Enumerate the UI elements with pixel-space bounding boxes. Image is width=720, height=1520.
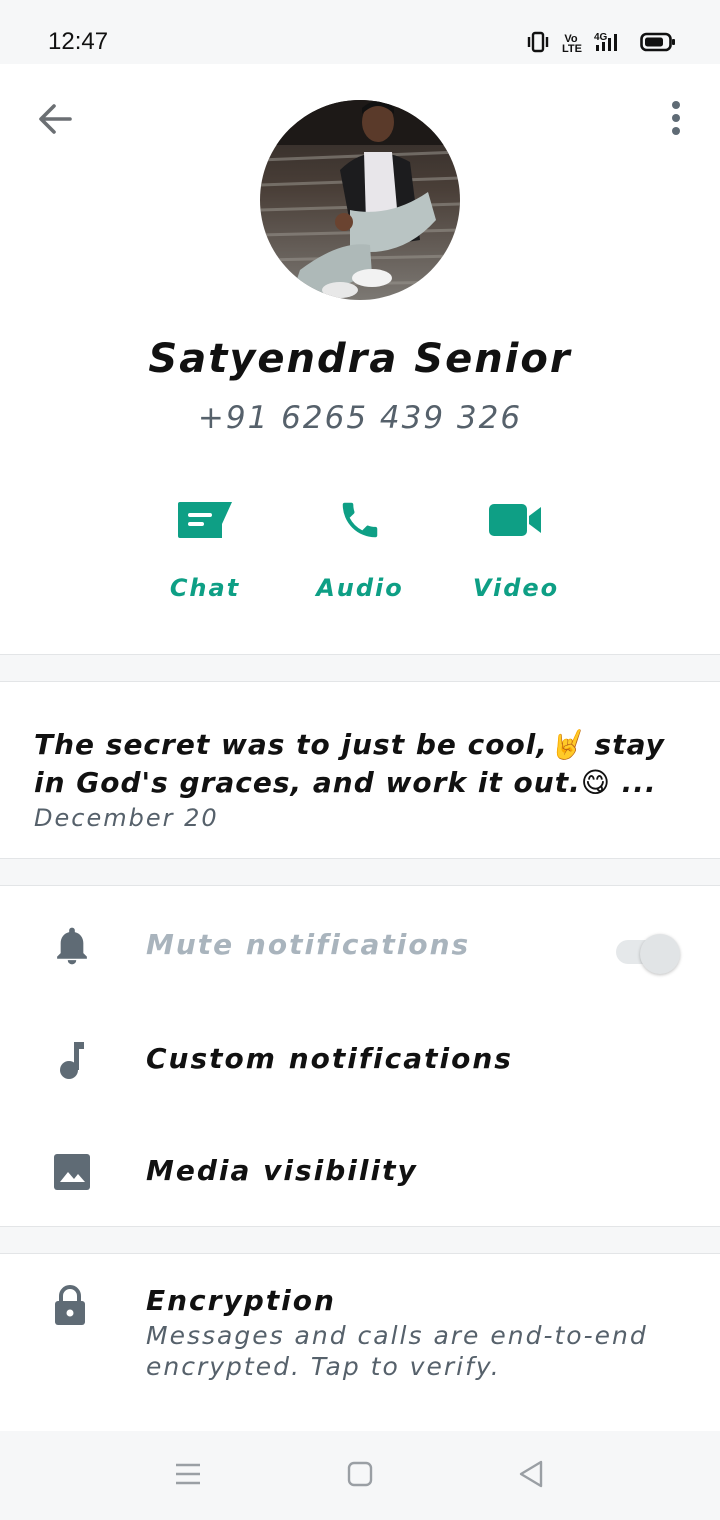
- encryption-card: Encryption Messages and calls are end-to…: [0, 1253, 720, 1431]
- status-bar: 12:47 Vo LTE 4G: [0, 0, 720, 64]
- avatar[interactable]: [260, 100, 460, 300]
- status-time: 12:47: [48, 28, 109, 55]
- chat-icon: [135, 494, 275, 546]
- image-icon: [48, 1148, 96, 1196]
- navigation-bar: [0, 1431, 720, 1520]
- home-button[interactable]: [335, 1455, 385, 1497]
- arrow-back-icon: [37, 103, 73, 139]
- phone-icon: [290, 494, 430, 546]
- media-visibility-row[interactable]: Media visibility: [0, 1116, 720, 1226]
- encryption-row[interactable]: Encryption Messages and calls are end-to…: [0, 1254, 720, 1432]
- custom-notifications-row[interactable]: Custom notifications: [0, 1004, 720, 1114]
- encryption-title: Encryption: [146, 1284, 336, 1317]
- video-call-button[interactable]: Video: [446, 494, 586, 614]
- status-icons: Vo LTE 4G: [526, 30, 676, 58]
- battery-icon: [640, 31, 676, 57]
- settings-card: Mute notifications Custom notifications …: [0, 885, 720, 1227]
- custom-notifications-label: Custom notifications: [146, 1042, 513, 1075]
- mute-notifications-row[interactable]: Mute notifications: [0, 890, 720, 1000]
- contact-phone: +91 6265 439 326: [197, 400, 523, 436]
- contact-name: Satyendra Senior: [148, 336, 572, 382]
- back-triangle-icon: [517, 1459, 545, 1493]
- media-visibility-label: Media visibility: [146, 1154, 418, 1187]
- chat-label: Chat: [169, 574, 241, 602]
- encryption-subtitle: Messages and calls are end-to-end encryp…: [146, 1321, 648, 1381]
- profile-card: Satyendra Senior +91 6265 439 326 Chat A…: [0, 64, 720, 655]
- home-icon: [346, 1460, 374, 1492]
- videocam-icon: [446, 494, 586, 546]
- more-vert-icon: [670, 100, 682, 140]
- about-date: December 20: [34, 804, 219, 832]
- audio-call-button[interactable]: Audio: [290, 494, 430, 614]
- chat-button[interactable]: Chat: [135, 494, 275, 614]
- more-options-button[interactable]: [656, 98, 696, 142]
- about-text: The secret was to just be cool,🤘 stay in…: [34, 728, 665, 799]
- bell-icon: [48, 922, 96, 970]
- video-label: Video: [472, 574, 560, 602]
- lock-icon: [52, 1284, 92, 1328]
- back-button[interactable]: [30, 100, 80, 142]
- mute-notifications-toggle[interactable]: [614, 926, 682, 974]
- mute-notifications-label: Mute notifications: [146, 928, 471, 961]
- music-note-icon: [48, 1036, 96, 1084]
- svg-text:4G: 4G: [594, 32, 608, 43]
- 4g-signal-icon: 4G: [592, 31, 628, 57]
- profile-photo: [260, 100, 460, 300]
- menu-icon: [174, 1462, 202, 1490]
- volte-icon: Vo LTE: [562, 33, 582, 55]
- recents-button[interactable]: [163, 1455, 213, 1497]
- about-card[interactable]: The secret was to just be cool,🤘 stay in…: [0, 681, 720, 859]
- audio-label: Audio: [316, 574, 404, 602]
- toggle-knob: [640, 934, 680, 974]
- back-nav-button[interactable]: [506, 1455, 556, 1497]
- vibrate-icon: [526, 31, 550, 57]
